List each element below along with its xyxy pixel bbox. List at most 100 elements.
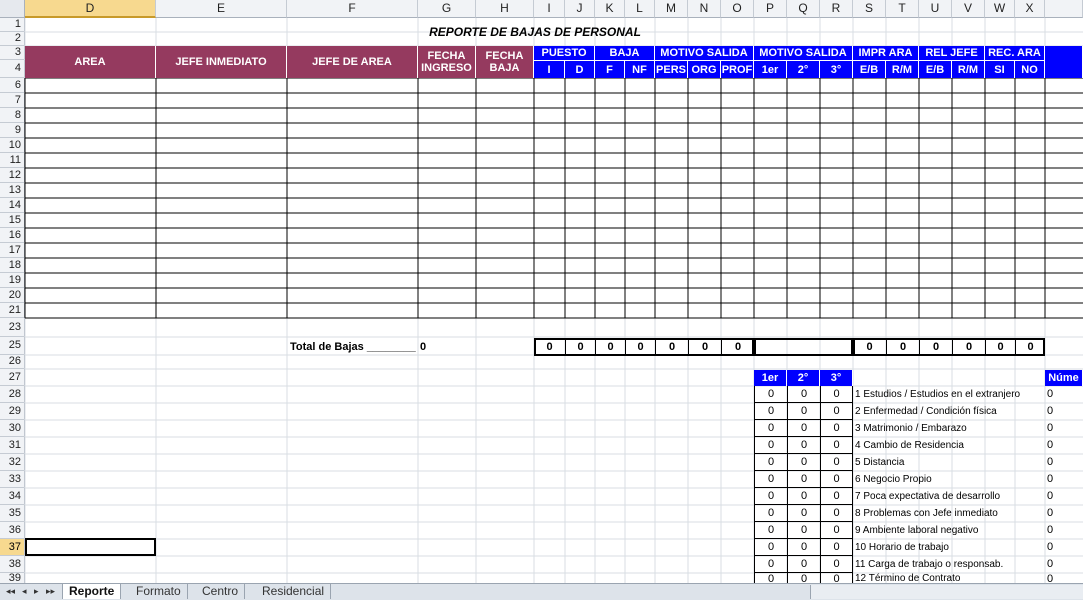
reason-count-12: 0 [1047, 573, 1054, 583]
last-sheet-icon[interactable]: ▸▸ [46, 586, 55, 597]
reason-row-4-n2: 0 [787, 437, 820, 454]
header-blue-overflow [1045, 46, 1083, 78]
reason-row-9-n3: 0 [820, 522, 853, 539]
header-baja: BAJA [595, 46, 655, 61]
reason-row-8-n3: 0 [820, 505, 853, 522]
reason-row-7-n3: 0 [820, 488, 853, 505]
subheader-motivo-salida-1-0: PERS [655, 61, 688, 78]
prev-sheet-icon[interactable]: ◂ [22, 586, 27, 597]
total-value-t: 0 [886, 338, 919, 356]
reason-row-1-n2: 0 [787, 386, 820, 403]
reason-row-7-n2: 0 [787, 488, 820, 505]
total-value-n: 0 [688, 338, 721, 356]
reason-row-7-n1: 0 [754, 488, 787, 505]
reason-row-6-n2: 0 [787, 471, 820, 488]
reason-row-1-n1: 0 [754, 386, 787, 403]
reason-row-10-n3: 0 [820, 539, 853, 556]
total-value-s: 0 [866, 341, 873, 353]
total-value-k: 0 [595, 338, 625, 356]
reason-label-4: 4 Cambio de Residencia [855, 440, 964, 451]
subheader-puesto-0: I [534, 61, 565, 78]
reason-label-11: 11 Carga de trabajo o responsab. [855, 559, 1004, 570]
reason-header-1: 2° [787, 370, 820, 386]
total-bajas-value: 0 [420, 341, 427, 353]
reason-label-12: 12 Término de Contrato [855, 573, 961, 583]
reason-label-6: 6 Negocio Propio [855, 474, 932, 485]
reason-row-6-n3: 0 [820, 471, 853, 488]
reason-count-7: 0 [1047, 490, 1054, 502]
first-sheet-icon[interactable]: ◂◂ [6, 586, 15, 597]
reason-row-3-n2: 0 [787, 420, 820, 437]
reason-count-2: 0 [1047, 405, 1054, 417]
reason-label-7: 7 Poca expectativa de desarrollo [855, 491, 1001, 502]
header-puesto: PUESTO [534, 46, 595, 61]
reason-row-11-n2: 0 [787, 556, 820, 573]
reason-row-4-n1: 0 [754, 437, 787, 454]
reason-row-12-n1: 0 [754, 573, 787, 583]
subheader-motivo-salida-2-0: 1er [754, 61, 787, 78]
reason-row-5-n2: 0 [787, 454, 820, 471]
subheader-impr-ara-0: E/B [853, 61, 886, 78]
reason-label-5: 5 Distancia [855, 457, 905, 468]
header-area: AREA [25, 46, 156, 78]
reason-header-numero: Núme [1045, 370, 1083, 386]
subheader-motivo-salida-1-2: PROF [721, 61, 754, 78]
tab-formato[interactable]: Formato [130, 584, 188, 599]
subheader-rec-ara-1: NO [1015, 61, 1045, 78]
reason-row-6-n1: 0 [754, 471, 787, 488]
header-jefe-de-area: JEFE DE AREA [287, 46, 418, 78]
reason-label-8: 8 Problemas con Jefe inmediato [855, 508, 998, 519]
subheader-motivo-salida-2-2: 3° [820, 61, 853, 78]
reason-row-11-n1: 0 [754, 556, 787, 573]
reason-count-5: 0 [1047, 456, 1054, 468]
subheader-baja-1: NF [625, 61, 655, 78]
header-impr-ara: IMPR ARA [853, 46, 919, 61]
header-motivo-salida-1: MOTIVO SALIDA [655, 46, 754, 61]
total-value-v: 0 [952, 338, 985, 356]
reason-row-10-n1: 0 [754, 539, 787, 556]
next-sheet-icon[interactable]: ▸ [34, 586, 39, 597]
reason-count-9: 0 [1047, 524, 1054, 536]
reason-header-2: 3° [820, 370, 853, 386]
total-value-w: 0 [985, 338, 1015, 356]
tab-residencial[interactable]: Residencial [256, 584, 332, 599]
reason-label-10: 10 Horario de trabajo [855, 542, 949, 553]
header-fecha-ingreso: FECHA INGRESO [418, 46, 476, 78]
tab-centro[interactable]: Centro [196, 584, 246, 599]
subheader-puesto-1: D [565, 61, 595, 78]
total-value-j: 0 [565, 338, 595, 356]
subheader-rel-jefe-1: R/M [952, 61, 985, 78]
totals-box-middle [754, 338, 853, 356]
reason-count-1: 0 [1047, 388, 1054, 400]
tab-reporte[interactable]: Reporte [62, 584, 122, 599]
header-motivo-salida-2: MOTIVO SALIDA [754, 46, 853, 61]
reason-row-8-n2: 0 [787, 505, 820, 522]
total-value-o: 0 [721, 338, 754, 356]
sheet-tabs-bar: ◂◂ ◂ ▸ ▸▸ Reporte Formato Centro Residen… [0, 583, 1083, 600]
reason-count-11: 0 [1047, 558, 1054, 570]
reason-row-9-n2: 0 [787, 522, 820, 539]
reason-row-2-n2: 0 [787, 403, 820, 420]
total-value-x: 0 [1015, 338, 1045, 356]
reason-row-4-n3: 0 [820, 437, 853, 454]
reason-count-8: 0 [1047, 507, 1054, 519]
reason-row-11-n3: 0 [820, 556, 853, 573]
reason-row-5-n1: 0 [754, 454, 787, 471]
active-cell-d37[interactable] [25, 538, 156, 556]
subheader-motivo-salida-2-1: 2° [787, 61, 820, 78]
reason-count-10: 0 [1047, 541, 1054, 553]
reason-row-3-n3: 0 [820, 420, 853, 437]
subheader-rec-ara-0: SI [985, 61, 1015, 78]
subheader-baja-0: F [595, 61, 625, 78]
horizontal-scrollbar[interactable] [810, 585, 1083, 599]
spreadsheet-grid[interactable]: DEFGHIJKLMNOPQRSTUVWX 1 2 3 4 6 7 8 9 10 11 12 13 14… [0, 0, 1083, 583]
header-rel-jefe: REL JEFE [919, 46, 985, 61]
reason-row-8-n1: 0 [754, 505, 787, 522]
subheader-impr-ara-1: R/M [886, 61, 919, 78]
reason-label-3: 3 Matrimonio / Embarazo [855, 423, 967, 434]
reason-row-5-n3: 0 [820, 454, 853, 471]
header-fecha-baja: FECHA BAJA [476, 46, 534, 78]
total-value-l: 0 [625, 338, 655, 356]
report-title: REPORTE DE BAJAS DE PERSONAL [429, 25, 641, 39]
reason-header-0: 1er [754, 370, 787, 386]
